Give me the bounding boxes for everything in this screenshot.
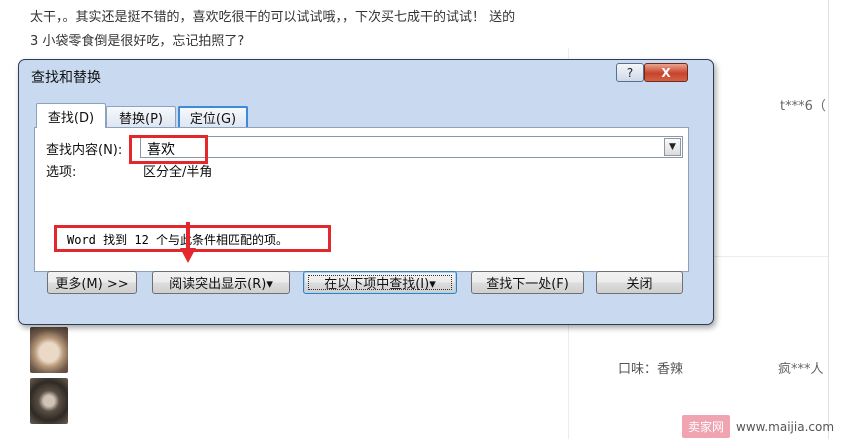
find-next-button[interactable]: 查找下一处(F)	[471, 271, 584, 294]
divider	[828, 0, 829, 439]
reviewer-name: 疯***人	[778, 362, 824, 377]
close-window-button[interactable]: X	[644, 63, 688, 82]
find-what-label: 查找内容(N):	[46, 143, 123, 158]
flavor-label: 口味：香辣	[618, 362, 684, 377]
tab-find[interactable]: 查找(D)	[36, 103, 106, 128]
review-text-line-2: 3 小袋零食倒是很好吃，忘记拍照了?	[30, 34, 245, 49]
help-button[interactable]: ?	[616, 63, 644, 82]
more-options-button[interactable]: 更多(M) >>	[47, 271, 137, 294]
highlight-box	[129, 135, 208, 164]
reviewer-name: t***6（	[780, 99, 826, 114]
review-text-line-1: 太干，。其实还是挺不错的，喜欢吃很干的可以试试哦，，下次买七成干的试试！ 送的	[30, 10, 516, 25]
dialog-title: 查找和替换	[31, 70, 101, 86]
find-what-input[interactable]: 喜欢 ▼	[140, 136, 683, 158]
review-photo-thumbnail[interactable]	[30, 378, 68, 424]
tab-replace[interactable]: 替换(P)	[106, 106, 176, 127]
find-replace-dialog: 查找和替换 ? X 查找(D) 替换(P) 定位(G) 查找内容(N): 喜欢 …	[18, 59, 714, 325]
chevron-down-icon[interactable]: ▼	[664, 138, 681, 156]
highlight-box	[54, 225, 331, 252]
watermark-url: www.maijia.com	[736, 419, 835, 434]
watermark: 卖家网 www.maijia.com	[682, 414, 842, 439]
tab-goto[interactable]: 定位(G)	[178, 106, 248, 127]
focus-ring	[308, 275, 452, 290]
options-label: 选项:	[46, 165, 77, 180]
watermark-logo: 卖家网	[682, 415, 731, 438]
find-in-button[interactable]: 在以下项中查找(I)▾	[303, 271, 457, 294]
close-button[interactable]: 关闭	[596, 271, 683, 294]
reading-highlight-button[interactable]: 阅读突出显示(R)▾	[152, 271, 290, 294]
review-photo-thumbnail[interactable]	[30, 327, 68, 373]
